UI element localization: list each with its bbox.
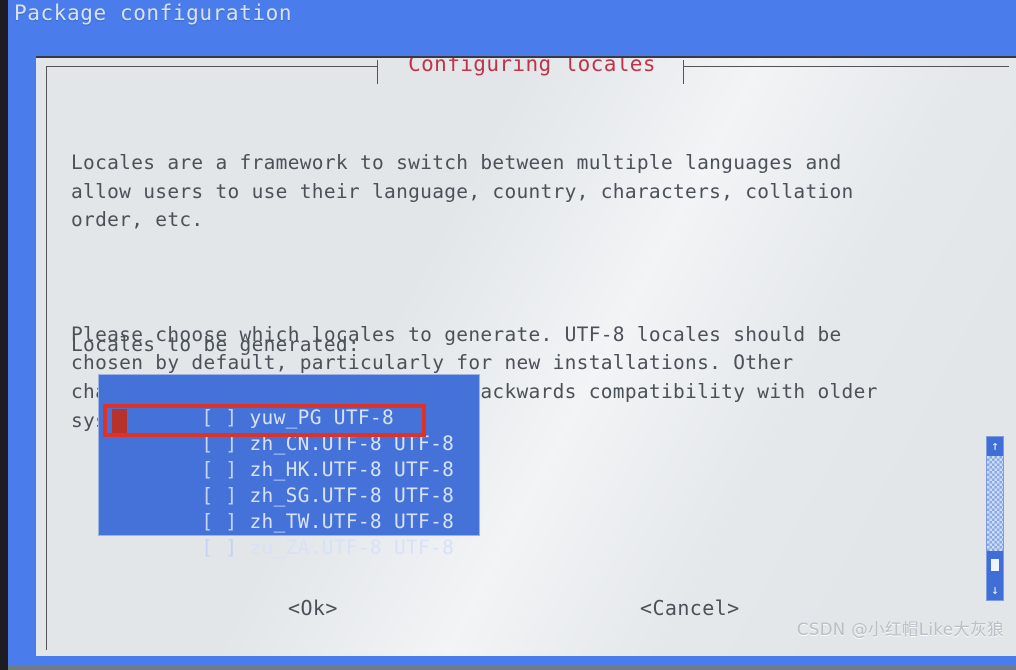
- dialog-inner-frame: Configuring locales Locales are a framew…: [46, 58, 1009, 650]
- app-title: Package configuration: [14, 1, 293, 25]
- locale-name: [237, 406, 249, 429]
- locale-label: zh_CN.UTF-8 UTF-8: [249, 432, 455, 455]
- locales-listbox[interactable]: [ ] yuw_PG UTF-8 [ ] zh_CN.UTF-8 UTF-8 […: [98, 374, 480, 559]
- app-header-band: Package configuration: [8, 0, 1016, 46]
- frame-tick-right: [683, 60, 684, 84]
- terminal-screen: Package configuration Configuring locale…: [0, 0, 1016, 670]
- checkbox-indicator[interactable]: [ ]: [201, 484, 237, 507]
- list-item[interactable]: [ ] yuw_PG UTF-8: [99, 379, 479, 429]
- frame-rule-right: [683, 66, 1009, 67]
- checkbox-indicator[interactable]: [ ]: [201, 510, 237, 533]
- cancel-button[interactable]: <Cancel>: [636, 594, 744, 622]
- text-cursor-block: [112, 409, 127, 434]
- csdn-watermark: CSDN @小红帽Like大灰狼: [796, 620, 1004, 639]
- frame-rule-left: [47, 66, 377, 67]
- locale-name: [237, 484, 249, 507]
- checkbox-indicator[interactable]: [ ]: [201, 458, 237, 481]
- terminal-left-margin: [0, 0, 8, 670]
- scrollbar-thumb[interactable]: [987, 551, 1003, 581]
- checkbox-indicator[interactable]: [ ]: [201, 406, 237, 429]
- checkbox-indicator[interactable]: [ ]: [201, 432, 237, 455]
- screen-bottom-rule: [8, 666, 1016, 670]
- locale-name: [237, 432, 249, 455]
- ok-button[interactable]: <Ok>: [284, 594, 342, 622]
- locale-label: zh_SG.UTF-8 UTF-8: [249, 484, 455, 507]
- configuring-locales-dialog: Configuring locales Locales are a framew…: [36, 56, 1016, 656]
- paragraph-intro: Locales are a framework to switch betwee…: [71, 151, 854, 232]
- checkbox-indicator[interactable]: [ ]: [201, 536, 237, 559]
- scroll-up-arrow-icon[interactable]: ↑: [987, 437, 1003, 456]
- locale-label: zu_ZA.UTF-8 UTF-8: [249, 536, 455, 559]
- dialog-title: Configuring locales: [408, 56, 656, 76]
- locale-label: yuw_PG UTF-8: [249, 406, 394, 429]
- locales-list-label: Locales to be generated:: [71, 333, 360, 356]
- locale-label: zh_HK.UTF-8 UTF-8: [249, 458, 455, 481]
- frame-tick-left: [377, 60, 378, 84]
- locale-name: [237, 458, 249, 481]
- scroll-down-arrow-icon[interactable]: ↓: [987, 581, 1003, 600]
- locale-name: [237, 536, 249, 559]
- listbox-scrollbar[interactable]: ↑ ↓: [986, 436, 1004, 601]
- locale-label: zh_TW.UTF-8 UTF-8: [249, 510, 455, 533]
- locale-name: [237, 510, 249, 533]
